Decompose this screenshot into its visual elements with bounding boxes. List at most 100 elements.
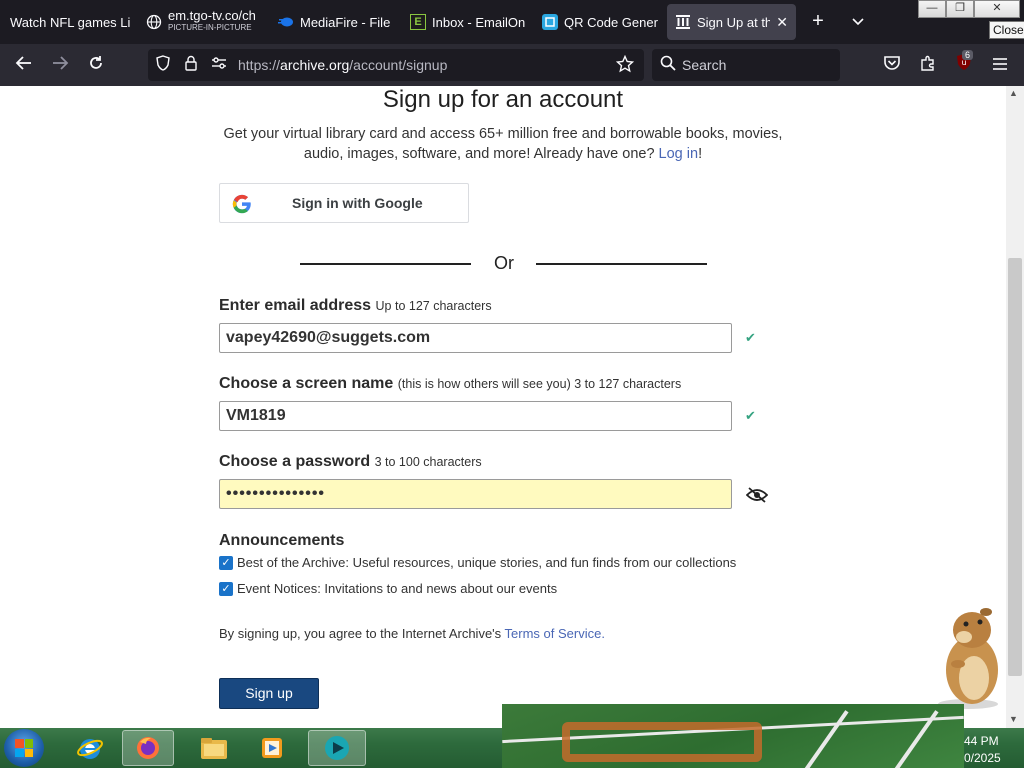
mediafire-icon: [278, 14, 294, 30]
scroll-down-arrow-icon[interactable]: ▼: [1009, 714, 1018, 724]
field-yard-line: [799, 710, 849, 768]
hamster-desktop-widget[interactable]: [928, 604, 1008, 710]
tab-mediafire[interactable]: MediaFire - File s: [270, 4, 402, 40]
archive-icon: [675, 14, 691, 30]
url-bar[interactable]: https://archive.org/account/signup: [148, 49, 644, 81]
url-scheme: https://: [238, 57, 281, 73]
close-tooltip: Close: [989, 21, 1024, 39]
windows-logo-icon: [15, 739, 33, 757]
tab-nfl[interactable]: Watch NFL games Li: [2, 4, 138, 40]
tab-title: QR Code Genera: [564, 14, 658, 30]
announcement-event-notices[interactable]: ✓ Event Notices: Invitations to and news…: [219, 581, 557, 596]
tracking-protection-shield-icon[interactable]: [154, 55, 172, 75]
password-label: Choose a password 3 to 100 characters: [219, 453, 482, 471]
clock-date: 0/2025: [964, 751, 1001, 765]
page-title: Sign up for an account: [382, 86, 624, 113]
sign-up-button[interactable]: Sign up: [219, 678, 319, 709]
email-valid-check-icon: ✔: [745, 330, 756, 345]
tab-qr-code[interactable]: QR Code Genera: [534, 4, 666, 40]
lock-icon[interactable]: [182, 55, 200, 75]
tab-bar: Watch NFL games Li em.tgo-tv.co/ch PICTU…: [0, 0, 1024, 44]
field-logo-graphic: [562, 722, 762, 762]
back-arrow-icon[interactable]: [12, 53, 36, 77]
extension-badge-count: 6: [962, 50, 974, 60]
tab-subtitle: PICTURE-IN-PICTURE: [168, 23, 252, 32]
extensions-puzzle-icon[interactable]: [916, 53, 940, 77]
screen-name-label-text: Choose a screen name: [219, 375, 394, 392]
maximize-button[interactable]: ❐: [946, 0, 974, 18]
checkbox-label: Best of the Archive: Useful resources, u…: [237, 555, 737, 570]
terms-prefix: By signing up, you agree to the Internet…: [219, 626, 505, 641]
globe-icon: [146, 14, 162, 30]
screen-name-valid-check-icon: ✔: [745, 408, 756, 423]
toggle-password-visibility-icon[interactable]: [745, 487, 769, 503]
file-explorer-taskbar-icon[interactable]: [188, 730, 240, 766]
permissions-sliders-icon[interactable]: [210, 55, 228, 75]
qr-icon: [542, 14, 558, 30]
media-app-taskbar-icon[interactable]: [308, 730, 366, 766]
intro-end: !: [698, 146, 703, 162]
url-path: /account/signup: [349, 57, 448, 73]
google-button-label: Sign in with Google: [292, 195, 423, 211]
emailondeck-icon: E: [410, 14, 426, 30]
tab-emailondeck[interactable]: E Inbox - EmailOn: [402, 4, 534, 40]
email-field[interactable]: [219, 323, 732, 353]
close-tab-icon[interactable]: ✕: [776, 14, 788, 31]
tab-tgo-tv[interactable]: em.tgo-tv.co/ch PICTURE-IN-PICTURE: [138, 4, 268, 40]
sign-in-with-google-button[interactable]: Sign in with Google: [219, 183, 469, 223]
reload-icon[interactable]: [84, 53, 108, 77]
checkbox-best-of-archive[interactable]: ✓: [219, 555, 233, 570]
start-button[interactable]: [4, 729, 44, 767]
forward-arrow-icon[interactable]: [48, 53, 72, 77]
url-text: https://archive.org/account/signup: [238, 57, 447, 73]
terms-of-service-link[interactable]: Terms of Service: [505, 626, 602, 641]
page-scrollbar[interactable]: ▲ ▼: [1006, 86, 1024, 728]
password-hint: 3 to 100 characters: [374, 455, 482, 469]
password-field[interactable]: [219, 479, 732, 509]
checkbox-label: Event Notices: Invitations to and news a…: [237, 581, 558, 596]
scroll-up-arrow-icon[interactable]: ▲: [1009, 88, 1018, 98]
menu-hamburger-icon[interactable]: [988, 53, 1012, 77]
media-player-taskbar-icon[interactable]: [246, 730, 298, 766]
email-label: Enter email address Up to 127 characters: [219, 297, 492, 315]
announcement-best-of-archive[interactable]: ✓ Best of the Archive: Useful resources,…: [219, 555, 736, 570]
minimize-button[interactable]: —: [918, 0, 946, 18]
screen-name-hint: (this is how others will see you) 3 to 1…: [397, 377, 682, 391]
url-domain: archive.org: [280, 57, 350, 73]
screen-name-field[interactable]: [219, 401, 732, 431]
picture-in-picture-video[interactable]: [502, 704, 964, 768]
divider-left: [300, 263, 471, 265]
email-hint: Up to 127 characters: [375, 299, 492, 313]
tab-title: Watch NFL games Li: [10, 14, 130, 30]
divider-right: [536, 263, 707, 265]
announcements-title: Announcements: [219, 532, 345, 549]
screen-name-label: Choose a screen name (this is how others…: [219, 375, 681, 393]
internet-explorer-taskbar-icon[interactable]: [64, 730, 116, 766]
checkbox-event-notices[interactable]: ✓: [219, 581, 233, 596]
bookmark-star-icon[interactable]: [615, 54, 635, 75]
login-link[interactable]: Log in: [659, 146, 699, 162]
google-g-icon: [232, 194, 252, 214]
tab-title: Inbox - EmailOn: [432, 14, 526, 30]
clock-time: 44 PM: [964, 734, 999, 748]
search-box[interactable]: Search: [652, 49, 840, 81]
pocket-icon[interactable]: [880, 53, 904, 77]
navigation-toolbar: https://archive.org/account/signup Searc…: [0, 44, 1024, 86]
tab-archive-signup[interactable]: Sign Up at the ✕: [667, 4, 796, 40]
close-window-button[interactable]: ✕: [974, 0, 1020, 18]
tab-title: em.tgo-tv.co/ch: [168, 10, 256, 23]
search-placeholder: Search: [682, 57, 727, 73]
email-label-text: Enter email address: [219, 297, 372, 314]
tab-title: Sign Up at the: [697, 14, 771, 30]
signup-page: Sign up for an account Get your virtual …: [0, 86, 1006, 728]
search-icon: [660, 55, 676, 74]
or-separator: Or: [494, 253, 514, 273]
terms-suffix: .: [601, 626, 605, 641]
password-label-text: Choose a password: [219, 453, 371, 470]
firefox-taskbar-icon[interactable]: [122, 730, 174, 766]
list-tabs-button[interactable]: [846, 10, 870, 34]
new-tab-button[interactable]: +: [806, 10, 830, 34]
tab-title: MediaFire - File s: [300, 14, 394, 30]
taskbar-clock[interactable]: 44 PM 0/2025: [964, 733, 1001, 767]
scrollbar-thumb[interactable]: [1008, 258, 1022, 676]
